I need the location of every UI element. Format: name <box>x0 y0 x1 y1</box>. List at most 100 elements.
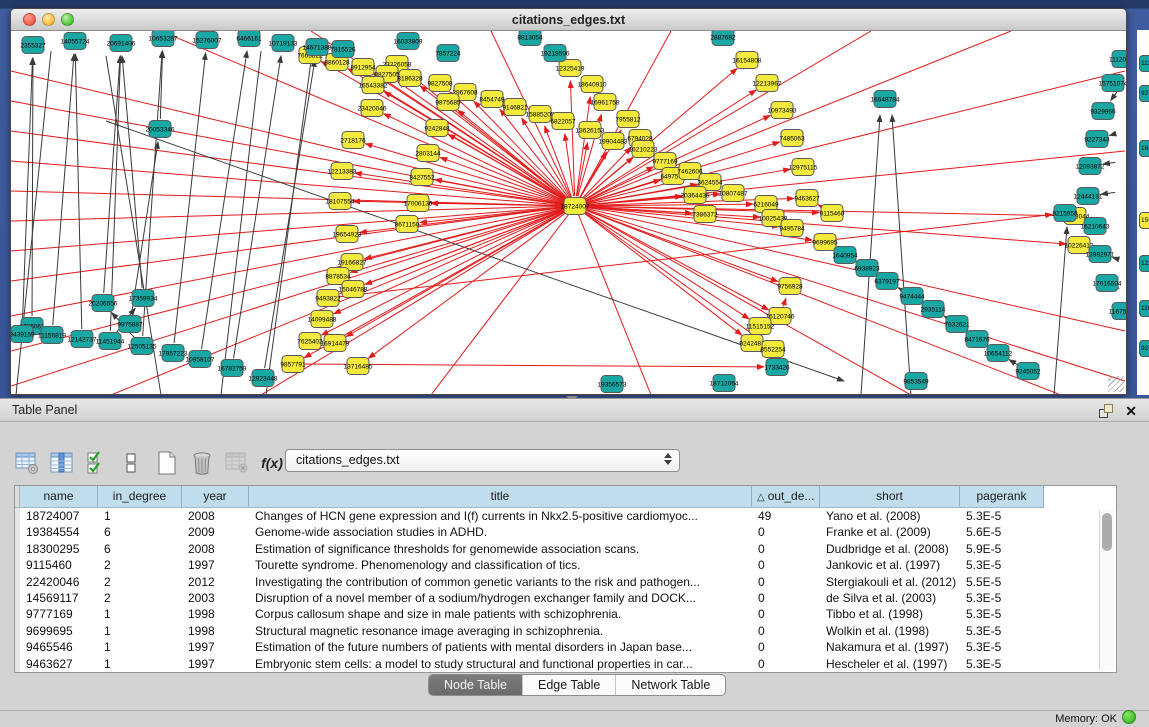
network-node[interactable]: 6466161 <box>236 31 262 47</box>
table-cell[interactable]: 1997 <box>182 639 249 655</box>
network-node[interactable]: 17957223 <box>159 345 188 362</box>
network-node[interactable]: 18712064 <box>710 375 739 392</box>
table-cell[interactable]: Disruption of a novel member of a sodium… <box>249 590 752 606</box>
network-node[interactable]: 12093872 <box>1076 158 1105 175</box>
network-node[interactable]: 9474444 <box>899 288 925 305</box>
table-cell[interactable]: 2 <box>98 590 182 606</box>
network-node[interactable]: 8552254 <box>760 341 786 358</box>
network-node[interactable]: 6822057 <box>550 113 576 130</box>
table-cell[interactable]: 5.3E-5 <box>960 639 1044 655</box>
network-node[interactable]: 9827508 <box>427 75 453 92</box>
network-node[interactable]: 11675317 <box>1109 303 1126 320</box>
network-node[interactable]: 15276007 <box>193 32 222 49</box>
network-node[interactable]: 9463627 <box>794 190 820 207</box>
table-cell[interactable]: 2008 <box>182 508 249 524</box>
network-window[interactable]: citations_edges.txt 18724007766382288601… <box>10 8 1127 395</box>
table-cell[interactable]: 5.5E-5 <box>960 574 1044 590</box>
network-node[interactable]: 19654923 <box>333 226 362 243</box>
table-cell[interactable]: 1998 <box>182 623 249 639</box>
resize-grip-icon[interactable] <box>1108 376 1124 392</box>
table-mode-icon[interactable] <box>14 450 40 476</box>
table-cell[interactable]: Tourette syndrome. Phenomenology and cla… <box>249 557 752 573</box>
scrollbar-thumb[interactable] <box>1102 513 1112 551</box>
table-cell[interactable]: 0 <box>752 524 820 540</box>
table-cell[interactable]: 5.3E-5 <box>960 606 1044 622</box>
network-node[interactable]: 16210223 <box>629 141 658 158</box>
network-node[interactable]: 9242848 <box>424 120 450 137</box>
table-row[interactable]: 946554611997Estimation of the future num… <box>15 639 1116 655</box>
network-node[interactable]: 20364436 <box>681 187 710 204</box>
network-node[interactable]: 17006136 <box>404 195 433 212</box>
network-node[interactable]: 9115460 <box>820 205 845 222</box>
network-node[interactable]: 13992971 <box>1086 246 1115 263</box>
table-cell[interactable]: 1998 <box>182 606 249 622</box>
column-select-icon[interactable] <box>49 450 75 476</box>
table-cell[interactable]: 1 <box>98 508 182 524</box>
network-node[interactable]: 20053346 <box>146 121 175 138</box>
network-node[interactable]: 8912954 <box>350 59 376 76</box>
network-node[interactable]: 2935114 <box>921 301 946 318</box>
table-cell[interactable]: 18300295 <box>20 541 98 557</box>
table-cell[interactable]: 1 <box>98 623 182 639</box>
network-node[interactable]: 18640910 <box>578 76 607 93</box>
table-cell[interactable]: 14569117 <box>20 590 98 606</box>
table-cell[interactable]: 5.3E-5 <box>960 508 1044 524</box>
new-document-icon[interactable] <box>154 450 180 476</box>
network-node[interactable]: 19218506 <box>541 45 570 62</box>
table-cell[interactable]: Jankovic et al. (1997) <box>820 557 960 573</box>
network-node[interactable]: 14099488 <box>308 311 337 328</box>
trash-icon[interactable] <box>189 450 215 476</box>
table-cell[interactable]: 5.9E-5 <box>960 541 1044 557</box>
network-node[interactable]: 7815526 <box>330 41 356 58</box>
table-cell[interactable]: Changes of HCN gene expression and I(f) … <box>249 508 752 524</box>
table-cell[interactable]: Corpus callosum shape and size in male p… <box>249 606 752 622</box>
network-node[interactable]: 17359934 <box>129 290 158 307</box>
table-cell[interactable]: 5.6E-5 <box>960 524 1044 540</box>
network-node[interactable]: 10653287 <box>149 31 178 47</box>
table-cell[interactable]: 0 <box>752 541 820 557</box>
network-node[interactable]: 1733426 <box>764 359 790 376</box>
table-cell[interactable]: 0 <box>752 623 820 639</box>
table-cell[interactable]: 2008 <box>182 541 249 557</box>
table-cell[interactable]: 19384554 <box>20 524 98 540</box>
network-node[interactable]: 7386372 <box>692 206 718 223</box>
network-node[interactable]: 2355327 <box>20 37 46 54</box>
float-window-icon[interactable] <box>1099 404 1113 418</box>
network-node[interactable]: 2718176 <box>340 132 366 149</box>
table-cell[interactable]: 1 <box>98 639 182 655</box>
network-node[interactable]: 9975887 <box>117 316 143 333</box>
network-node[interactable]: 9495784 <box>779 220 805 237</box>
network-node[interactable]: 23420046 <box>358 100 387 117</box>
column-header-in_degree[interactable]: in_degree <box>98 486 182 508</box>
network-node[interactable]: 9777169 <box>652 153 678 170</box>
table-cell[interactable]: Estimation of significance thresholds fo… <box>249 541 752 557</box>
network-node[interactable]: 7485063 <box>779 130 805 147</box>
network-node[interactable]: 18107554 <box>326 193 355 210</box>
table-cell[interactable]: 0 <box>752 656 820 672</box>
table-row[interactable]: 1938455462009Genome-wide association stu… <box>15 524 1116 540</box>
network-node[interactable]: 12923448 <box>249 370 278 387</box>
network-node[interactable]: 9699695 <box>812 234 838 251</box>
network-node[interactable]: 19904483 <box>599 133 628 150</box>
network-canvas[interactable]: 1872400776638228860128891295423226058982… <box>11 31 1126 394</box>
table-cell[interactable]: Dudbridge et al. (2008) <box>820 541 960 557</box>
network-node[interactable]: 10654112 <box>984 345 1013 362</box>
table-cell[interactable]: 22420046 <box>20 574 98 590</box>
table-cell[interactable]: 49 <box>752 508 820 524</box>
network-node[interactable]: 8471676 <box>964 331 990 348</box>
table-cell[interactable]: 5.3E-5 <box>960 590 1044 606</box>
table-cell[interactable]: Estimation of the future numbers of pati… <box>249 639 752 655</box>
network-node[interactable]: 14055724 <box>61 33 90 50</box>
table-cell[interactable]: Wolkin et al. (1998) <box>820 623 960 639</box>
network-node[interactable]: 15751074 <box>1099 75 1126 92</box>
table-cell[interactable]: de Silva et al. (2003) <box>820 590 960 606</box>
tab-node-table[interactable]: Node Table <box>429 675 522 695</box>
network-node[interactable]: 16648784 <box>871 91 900 108</box>
network-node-partial[interactable]: 92450 <box>1139 340 1149 357</box>
network-node[interactable]: 12975115 <box>789 159 818 176</box>
table-cell[interactable]: 2 <box>98 574 182 590</box>
row-panel-icon[interactable] <box>119 450 145 476</box>
table-cell[interactable]: 5.3E-5 <box>960 656 1044 672</box>
tab-edge-table[interactable]: Edge Table <box>522 675 615 695</box>
table-cell[interactable]: 0 <box>752 590 820 606</box>
